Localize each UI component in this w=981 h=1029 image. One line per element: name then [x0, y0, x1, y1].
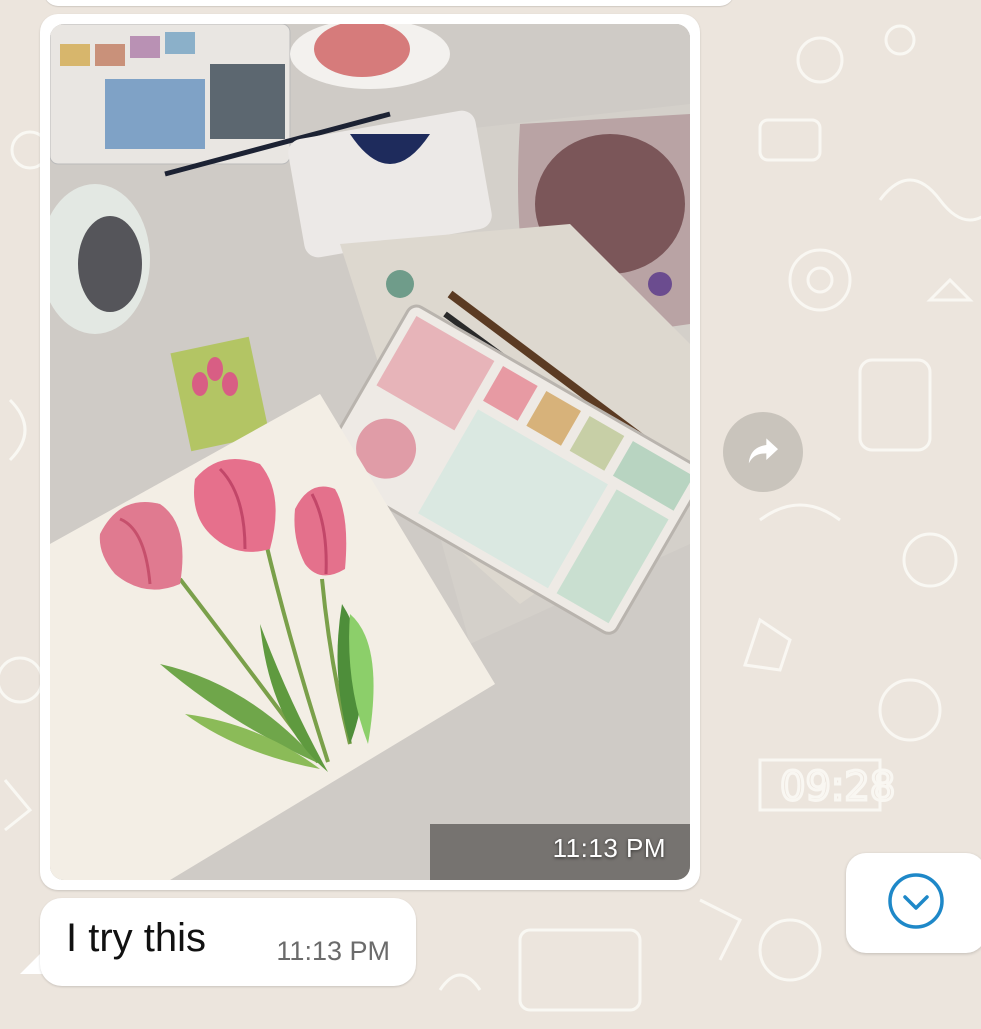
previous-message-bubble [44, 0, 734, 6]
message-timestamp: 11:13 PM [276, 936, 390, 966]
text-message-bubble[interactable]: I try this 11:13 PM [40, 898, 416, 986]
photo-content [50, 24, 690, 880]
photo-timestamp: 11:13 PM [552, 833, 666, 863]
chevron-down-circle-icon [886, 871, 946, 936]
svg-text:09:28: 09:28 [780, 764, 895, 810]
shared-photo[interactable]: 11:13 PM [50, 24, 690, 880]
forward-button[interactable] [723, 412, 803, 492]
image-message-bubble[interactable]: 11:13 PM [40, 14, 700, 890]
message-text: I try this [66, 916, 207, 960]
forward-arrow-icon [743, 430, 783, 475]
scroll-to-bottom-button[interactable] [846, 853, 981, 953]
